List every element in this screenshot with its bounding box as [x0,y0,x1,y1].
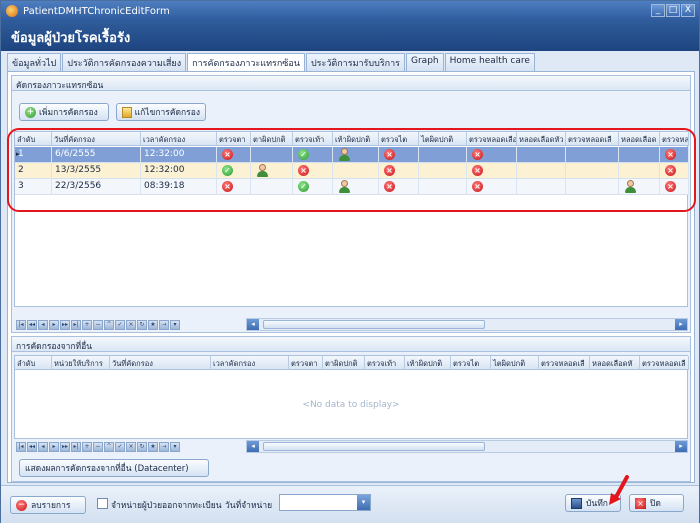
edit-record-icon[interactable]: ^ [104,319,114,330]
discharge-checkbox-label: จำหน่ายผู้ป่วยออกจากทะเบียน [111,501,222,511]
bookmark-icon[interactable]: ★ [148,319,158,330]
window: PatientDMHTChronicEditForm _ □ X ข้อมูลผ… [0,0,700,523]
col-foot[interactable]: ตรวจเท้า [365,356,405,370]
other-screening-grid: ลำดับ หน่วยให้บริการ วันที่คัดกรอง เวลาค… [14,355,689,439]
first-page-icon[interactable]: |◂ [16,441,26,452]
bottom-bar: − ลบรายการ จำหน่ายผู้ป่วยออกจากทะเบียน ว… [1,485,699,523]
discharge-button[interactable]: − ลบรายการ [10,496,86,514]
datacenter-label: แสดงผลการคัดกรองจากที่อื่น (Datacenter) [25,464,189,474]
tab-risk-history[interactable]: ประวัติการคัดกรองความเสี่ยง [62,53,187,71]
discharge-date-field[interactable]: ▾ [279,494,371,511]
close-icon: × [635,497,646,509]
first-page-icon[interactable]: |◂ [16,319,26,330]
prev-page-icon[interactable]: ◂◂ [27,319,37,330]
refresh-icon[interactable]: ↻ [137,319,147,330]
last-page-icon[interactable]: ▸| [71,441,81,452]
prev-icon[interactable]: ◂ [38,441,48,452]
title-bar: PatientDMHTChronicEditForm _ □ X [1,1,699,21]
plus-icon: + [25,106,36,118]
goto-icon[interactable]: ⇢ [159,441,169,452]
col-kidney[interactable]: ตรวจไต [451,356,491,370]
other-grid-header: ลำดับ หน่วยให้บริการ วันที่คัดกรอง เวลาค… [15,356,689,370]
highlight-annotation [7,128,696,212]
col-foot-abnormal[interactable]: เท้าผิดปกติ [405,356,451,370]
tab-complications[interactable]: การคัดกรองภาวะแทรกซ้อน [187,53,305,72]
goto-icon[interactable]: ⇢ [159,319,169,330]
col-date[interactable]: วันที่คัดกรอง [110,356,211,370]
prev-page-icon[interactable]: ◂◂ [27,441,37,452]
add-screening-label: เพิ่มการคัดกรอง [39,108,98,118]
scroll-thumb[interactable] [263,320,485,329]
col-no[interactable]: ลำดับ [15,356,52,370]
save-label: บันทึก [586,499,608,509]
col-kidney-abnormal[interactable]: ไตผิดปกติ [491,356,539,370]
save-icon [571,497,582,509]
next-page-icon[interactable]: ▸▸ [60,441,70,452]
next-icon[interactable]: ▸ [49,441,59,452]
minimize-button[interactable]: _ [651,4,665,17]
delete-icon[interactable]: − [93,319,103,330]
next-icon[interactable]: ▸ [49,319,59,330]
delete-icon[interactable]: − [93,441,103,452]
edit-screening-label: แก้ไขการคัดกรอง [134,108,200,118]
cancel-icon[interactable]: × [126,319,136,330]
cancel-icon[interactable]: × [126,441,136,452]
empty-grid-message: <No data to display> [302,400,400,410]
scroll-left-icon[interactable]: ◂ [247,441,259,452]
scroll-left-icon[interactable]: ◂ [247,319,259,330]
prev-icon[interactable]: ◂ [38,319,48,330]
discharge-date-label: วันที่จำหน่าย [225,501,273,511]
minus-icon: − [16,499,27,511]
form-title: ข้อมูลผู้ป่วยโรคเรื้อรัง [11,31,131,46]
tab-service-history[interactable]: ประวัติการมารับบริการ [305,53,405,71]
maximize-button[interactable]: □ [666,4,680,17]
scroll-right-icon[interactable]: ▸ [675,319,687,330]
app-icon [6,5,18,17]
other-screening-group: การคัดกรองจากที่อื่น ลำดับ หน่วยให้บริกา… [11,336,691,482]
complication-hscroll[interactable]: ◂ ▸ [246,318,688,331]
chevron-down-icon[interactable]: ▾ [357,495,370,510]
post-icon[interactable]: ✓ [115,441,125,452]
edit-screening-button[interactable]: แก้ไขการคัดกรอง [116,103,206,121]
datacenter-button[interactable]: แสดงผลการคัดกรองจากที่อื่น (Datacenter) [19,459,209,477]
append-icon[interactable]: + [82,441,92,452]
tab-graph[interactable]: Graph [406,53,444,71]
tab-home-health-care[interactable]: Home health care [444,53,535,71]
edit-record-icon[interactable]: ^ [104,441,114,452]
col-vessel-check-2[interactable]: ตรวจหลอดเลื [640,356,689,370]
other-group-title: การคัดกรองจากที่อื่น [12,337,690,352]
other-grid-navigator: |◂ ◂◂ ◂ ▸ ▸▸ ▸| + − ^ ✓ × ↻ ★ ⇢ ▾ [16,440,181,453]
col-unit[interactable]: หน่วยให้บริการ [52,356,110,370]
col-time[interactable]: เวลาคัดกรอง [211,356,289,370]
complication-grid-navigator: |◂ ◂◂ ◂ ▸ ▸▸ ▸| + − ^ ✓ × ↻ ★ ⇢ ▾ [16,318,181,331]
refresh-icon[interactable]: ↻ [137,441,147,452]
add-screening-button[interactable]: + เพิ่มการคัดกรอง [19,103,109,121]
col-eye-abnormal[interactable]: ตาผิดปกติ [323,356,365,370]
scroll-thumb[interactable] [263,442,485,451]
last-page-icon[interactable]: ▸| [71,319,81,330]
filter-icon[interactable]: ▾ [170,441,180,452]
discharge-label: ลบรายการ [31,501,71,511]
window-title: PatientDMHTChronicEditForm [23,5,170,17]
complication-group-title: คัดกรองภาวะแทรกซ้อน [12,76,690,91]
tab-strip: ข้อมูลทั่วไป ประวัติการคัดกรองความเสี่ยง… [7,53,536,72]
bookmark-icon[interactable]: ★ [148,441,158,452]
filter-icon[interactable]: ▾ [170,319,180,330]
col-heart-vessel[interactable]: หลอดเลือดหั [590,356,640,370]
close-button[interactable]: × ปิด [629,494,684,512]
other-hscroll[interactable]: ◂ ▸ [246,440,688,453]
red-arrow-annotation [609,475,629,505]
col-eye[interactable]: ตรวจตา [289,356,323,370]
edit-icon [122,106,132,118]
discharge-checkbox[interactable] [97,498,108,509]
scroll-right-icon[interactable]: ▸ [675,441,687,452]
col-vessel-check[interactable]: ตรวจหลอดเลื [539,356,590,370]
append-icon[interactable]: + [82,319,92,330]
post-icon[interactable]: ✓ [115,319,125,330]
close-label: ปิด [650,499,661,509]
close-window-button[interactable]: X [681,4,695,17]
tab-general[interactable]: ข้อมูลทั่วไป [7,53,62,71]
next-page-icon[interactable]: ▸▸ [60,319,70,330]
form-header: ข้อมูลผู้ป่วยโรคเรื้อรัง [1,21,699,51]
